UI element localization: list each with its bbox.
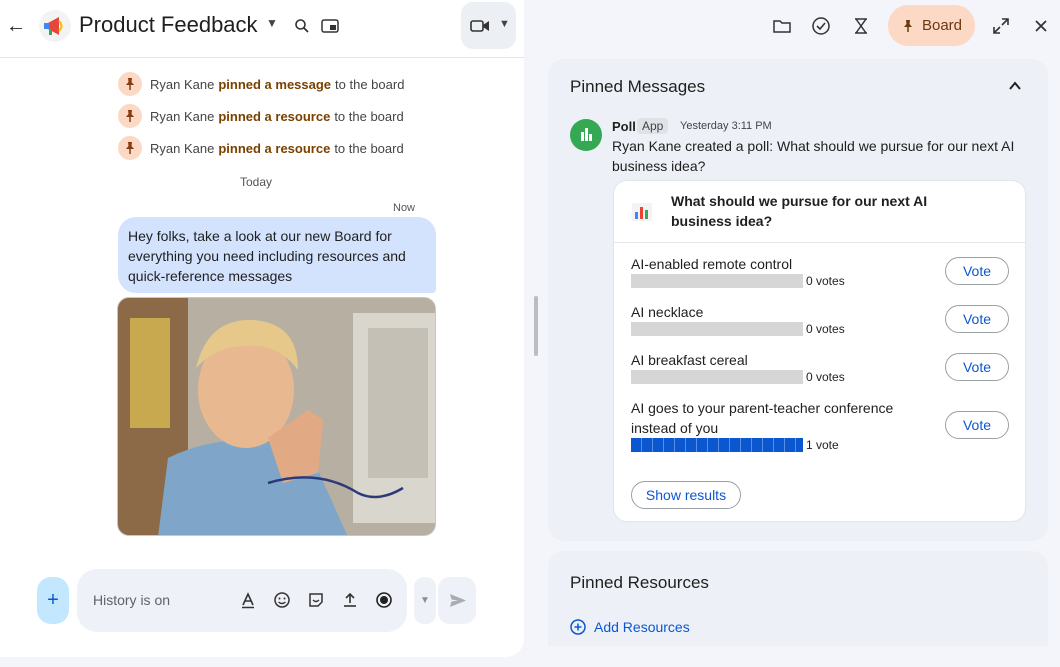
text-format-icon[interactable]: [239, 591, 257, 609]
add-resources-label: Add Resources: [594, 619, 690, 635]
video-call-button[interactable]: ▼: [461, 2, 516, 49]
sticker-icon[interactable]: [307, 591, 325, 609]
video-camera-icon: [470, 20, 489, 32]
chevron-down-icon[interactable]: ▼: [499, 18, 510, 30]
record-icon[interactable]: [375, 591, 393, 609]
pin-icon: [118, 104, 142, 128]
gif-attachment[interactable]: [117, 297, 436, 536]
message-input[interactable]: [93, 592, 223, 608]
activity-suffix: to the board: [334, 108, 404, 124]
message-composer: [77, 569, 407, 632]
pin-icon: [118, 136, 142, 160]
vote-button[interactable]: Vote: [945, 353, 1009, 381]
poll-card-header: What should we pursue for our next AI bu…: [614, 181, 1025, 243]
chat-pane: ← Product Feedback ▼ ▼ Ryan Kane pinned …: [0, 0, 524, 657]
poll-option-votes: 0 votes: [806, 274, 845, 288]
poll-option-bar: [631, 322, 803, 336]
back-arrow-icon[interactable]: ←: [4, 13, 28, 39]
emoji-icon[interactable]: [273, 591, 291, 609]
poll-message-text: Ryan Kane created a poll: What should we…: [612, 138, 1015, 174]
picture-in-picture-icon[interactable]: [321, 18, 339, 34]
folder-icon[interactable]: [772, 16, 792, 36]
task-check-icon[interactable]: [811, 16, 831, 36]
close-icon[interactable]: [1031, 16, 1051, 36]
poll-option-bar: [631, 438, 803, 452]
expand-icon[interactable]: [991, 16, 1011, 36]
send-icon: [450, 594, 466, 607]
bar-chart-icon: [632, 203, 652, 221]
chevron-up-icon[interactable]: [1006, 77, 1024, 95]
poll-option-votes: 0 votes: [806, 370, 845, 384]
vote-button[interactable]: Vote: [945, 305, 1009, 333]
workflow-icon[interactable]: [851, 16, 871, 36]
activity-action[interactable]: pinned a resource: [218, 109, 330, 124]
poll-sender-name: Poll: [612, 119, 636, 134]
pinned-resources-heading: Pinned Resources: [570, 573, 709, 592]
activity-action[interactable]: pinned a resource: [218, 141, 330, 156]
pane-resize-handle[interactable]: [534, 296, 538, 356]
board-button[interactable]: Board: [888, 5, 975, 46]
space-title[interactable]: Product Feedback: [79, 12, 258, 38]
poll-option-votes: 0 votes: [806, 322, 845, 336]
upload-icon[interactable]: [341, 591, 359, 609]
board-label: Board: [921, 17, 963, 34]
pinned-messages-section: Pinned Messages Poll App Yesterday 3:11 …: [548, 59, 1048, 541]
activity-suffix: to the board: [334, 140, 404, 156]
poll-option-votes: 1 vote: [806, 438, 839, 452]
pin-icon: [903, 19, 912, 32]
chat-header: ← Product Feedback ▼ ▼: [0, 0, 524, 58]
poll-option-label: AI goes to your parent-teacher conferenc…: [631, 400, 894, 436]
vote-button[interactable]: Vote: [945, 257, 1009, 285]
activity-suffix: to the board: [335, 76, 405, 92]
poll-option-label: AI-enabled remote control: [631, 256, 793, 272]
add-content-button[interactable]: +: [37, 577, 69, 624]
vote-button[interactable]: Vote: [945, 411, 1009, 439]
poll-option-label: AI breakfast cereal: [631, 352, 748, 368]
poll-app-avatar: [570, 119, 602, 151]
pinned-resources-section: Pinned Resources Add Resources: [548, 551, 1048, 646]
send-button[interactable]: [438, 577, 476, 624]
activity-line: Ryan Kane pinned a resource to the board: [118, 104, 404, 128]
poll-option-bar: [631, 370, 803, 384]
chevron-down-icon[interactable]: ▼: [266, 16, 278, 30]
search-icon[interactable]: [294, 18, 310, 34]
send-options-chevron-icon[interactable]: ▼: [414, 577, 436, 624]
space-avatar[interactable]: [39, 10, 71, 42]
activity-line: Ryan Kane pinned a message to the board: [118, 72, 404, 96]
activity-line: Ryan Kane pinned a resource to the board: [118, 136, 404, 160]
poll-option-fill: [631, 438, 803, 452]
app-badge: App: [637, 118, 669, 134]
poll-question: What should we pursue for our next AI bu…: [671, 193, 928, 229]
add-resources-button[interactable]: Add Resources: [570, 617, 690, 637]
message-timestamp: Now: [393, 202, 416, 214]
poll-card: What should we pursue for our next AI bu…: [613, 180, 1026, 522]
megaphone-icon: [44, 17, 63, 35]
poll-timestamp: Yesterday 3:11 PM: [680, 120, 772, 132]
poll-chart-icon: [581, 128, 592, 141]
add-circle-icon: [570, 619, 586, 635]
message-bubble[interactable]: Hey folks, take a look at our new Board …: [118, 217, 436, 293]
pinned-messages-heading: Pinned Messages: [570, 77, 706, 96]
poll-option-label: AI necklace: [631, 304, 704, 320]
activity-user: Ryan Kane: [150, 108, 215, 124]
pin-icon: [118, 72, 142, 96]
date-separator: Today: [240, 175, 273, 189]
thumbs-up-gif-image: [118, 298, 435, 535]
activity-user: Ryan Kane: [150, 76, 215, 92]
activity-action[interactable]: pinned a message: [218, 77, 331, 92]
show-results-button[interactable]: Show results: [631, 481, 741, 509]
activity-user: Ryan Kane: [150, 140, 215, 156]
poll-option-bar: [631, 274, 803, 288]
